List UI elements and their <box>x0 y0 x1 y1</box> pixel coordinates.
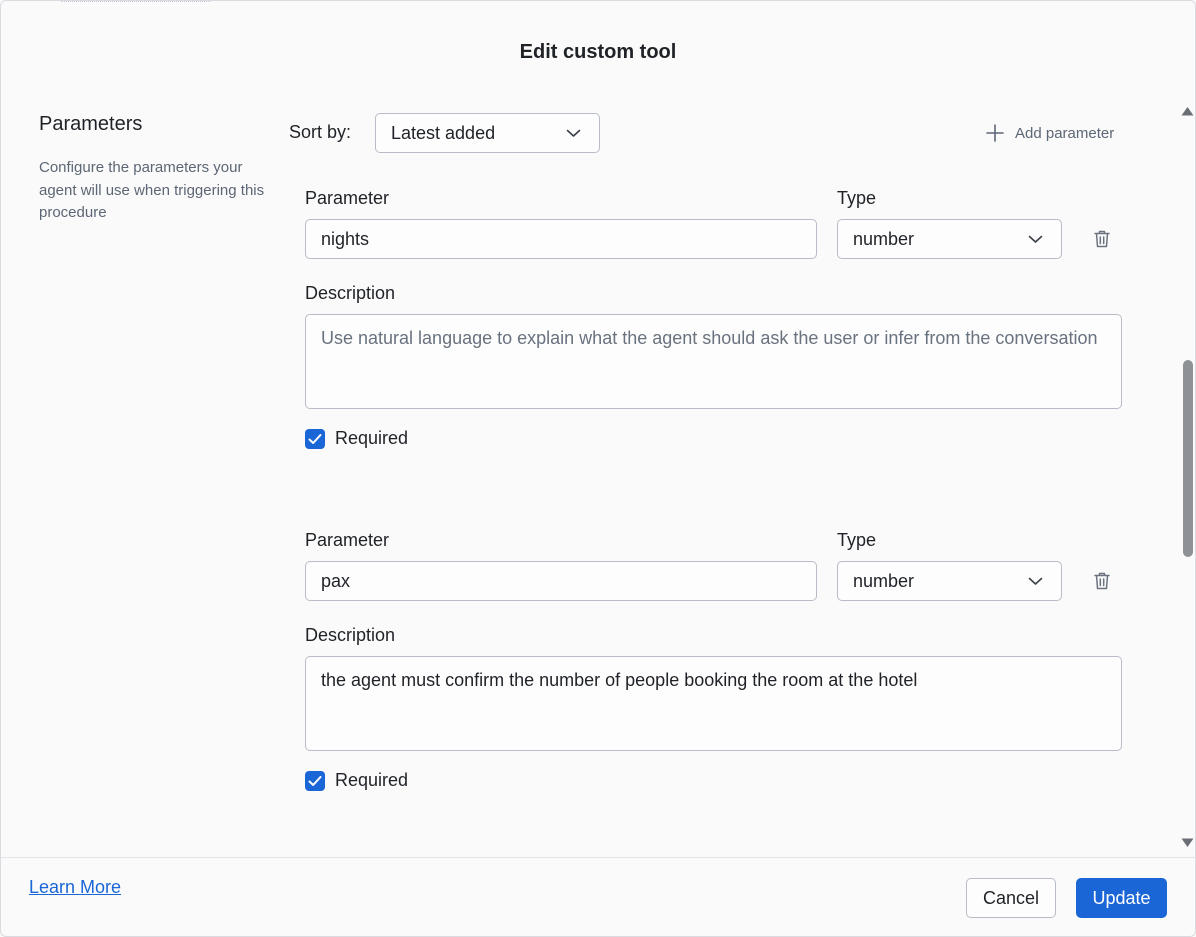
learn-more-link[interactable]: Learn More <box>29 877 121 898</box>
type-label: Type <box>837 188 877 208</box>
required-checkbox-row[interactable]: Required <box>305 428 408 449</box>
required-label: Required <box>335 428 409 448</box>
chevron-down-icon <box>1028 577 1043 585</box>
plus-icon <box>986 124 1004 142</box>
sort-by-value: Latest added <box>391 123 496 143</box>
type-label: Type <box>837 530 877 550</box>
chevron-down-icon <box>566 129 581 137</box>
checkmark-icon <box>308 775 322 786</box>
trash-icon[interactable] <box>1093 571 1111 591</box>
description-label: Description <box>305 625 396 645</box>
required-checkbox[interactable] <box>305 770 325 791</box>
parameter-name-input[interactable]: pax <box>305 561 817 601</box>
scroll-up-arrow-icon[interactable] <box>1181 106 1194 116</box>
required-label: Required <box>335 770 409 790</box>
edit-custom-tool-dialog: Edit custom tool Parameters Configure th… <box>0 0 1196 937</box>
required-checkbox[interactable] <box>305 428 325 449</box>
add-parameter-button[interactable]: Add parameter <box>985 121 1114 145</box>
type-select[interactable]: number <box>837 561 1062 601</box>
chevron-down-icon <box>1028 235 1043 243</box>
sort-by-select[interactable]: Latest added <box>375 113 600 153</box>
top-divider <box>61 1 211 2</box>
checkmark-icon <box>308 433 322 444</box>
required-checkbox-row[interactable]: Required <box>305 770 408 791</box>
type-select[interactable]: number <box>837 219 1062 259</box>
type-value: number <box>853 571 915 591</box>
update-button[interactable]: Update <box>1076 878 1167 918</box>
cancel-button[interactable]: Cancel <box>966 878 1056 918</box>
footer-divider <box>1 857 1195 858</box>
type-value: number <box>853 229 915 249</box>
description-label: Description <box>305 283 396 303</box>
sort-by-label: Sort by: <box>289 122 352 142</box>
trash-icon[interactable] <box>1093 229 1111 249</box>
parameter-name-input[interactable]: nights <box>305 219 817 259</box>
scroll-down-arrow-icon[interactable] <box>1181 838 1194 848</box>
scrollbar-thumb[interactable] <box>1183 360 1193 557</box>
section-title: Parameters <box>39 113 143 135</box>
parameter-label: Parameter <box>305 530 390 550</box>
add-parameter-label: Add parameter <box>1015 124 1115 142</box>
description-textarea[interactable]: Use natural language to explain what the… <box>305 314 1122 409</box>
description-textarea[interactable]: the agent must confirm the number of peo… <box>305 656 1122 751</box>
section-description: Configure the parameters your agent will… <box>39 159 265 221</box>
dialog-title: Edit custom tool <box>519 41 677 63</box>
parameter-label: Parameter <box>305 188 390 208</box>
